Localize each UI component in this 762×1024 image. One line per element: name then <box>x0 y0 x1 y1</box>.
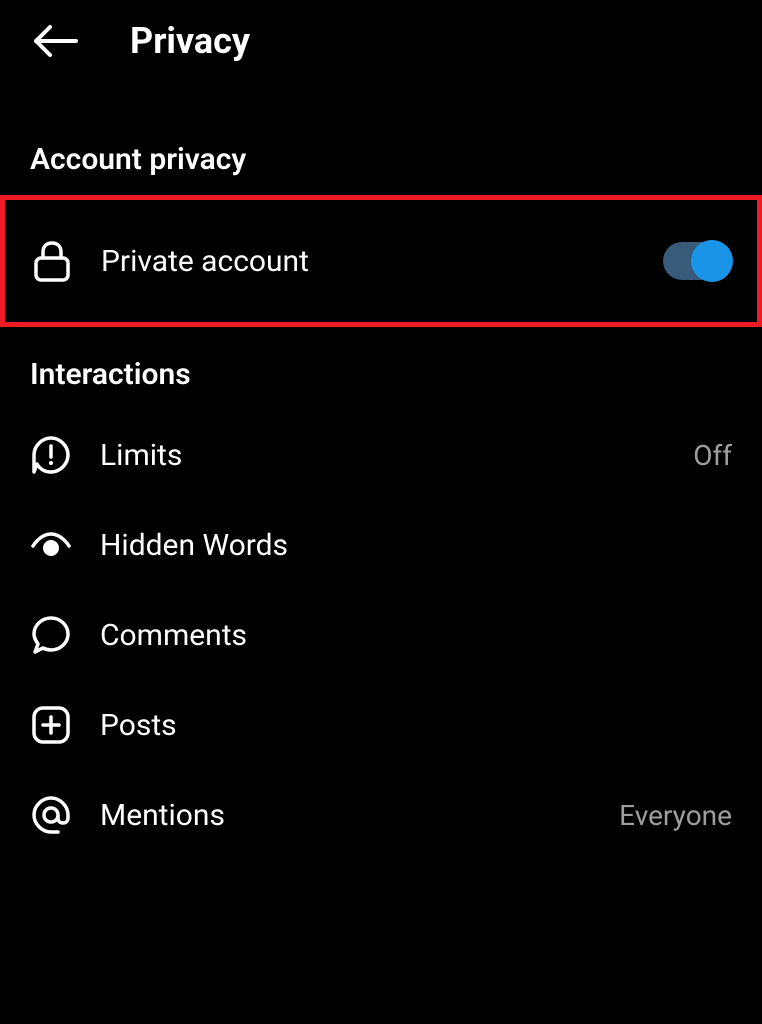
row-comments[interactable]: Comments <box>0 590 762 680</box>
lock-icon <box>31 240 73 282</box>
section-header-account-privacy: Account privacy <box>0 82 762 195</box>
toggle-knob <box>691 240 733 282</box>
section-header-interactions: Interactions <box>0 327 762 410</box>
posts-label: Posts <box>100 708 732 743</box>
row-hidden-words[interactable]: Hidden Words <box>0 500 762 590</box>
row-limits[interactable]: Limits Off <box>0 410 762 500</box>
private-account-label: Private account <box>101 244 635 279</box>
mentions-value: Everyone <box>619 799 732 832</box>
posts-icon <box>30 704 72 746</box>
page-title: Privacy <box>130 20 250 62</box>
back-arrow-icon[interactable] <box>30 23 80 59</box>
hidden-words-icon <box>30 524 72 566</box>
mentions-label: Mentions <box>100 798 591 833</box>
hidden-words-label: Hidden Words <box>100 528 732 563</box>
comments-label: Comments <box>100 618 732 653</box>
limits-value: Off <box>693 439 732 472</box>
limits-label: Limits <box>100 438 665 473</box>
header: Privacy <box>0 0 762 82</box>
row-mentions[interactable]: Mentions Everyone <box>0 770 762 860</box>
comments-icon <box>30 614 72 656</box>
row-posts[interactable]: Posts <box>0 680 762 770</box>
private-account-toggle[interactable] <box>663 242 731 280</box>
limits-icon <box>30 434 72 476</box>
mentions-icon <box>30 794 72 836</box>
row-private-account[interactable]: Private account <box>0 195 762 327</box>
